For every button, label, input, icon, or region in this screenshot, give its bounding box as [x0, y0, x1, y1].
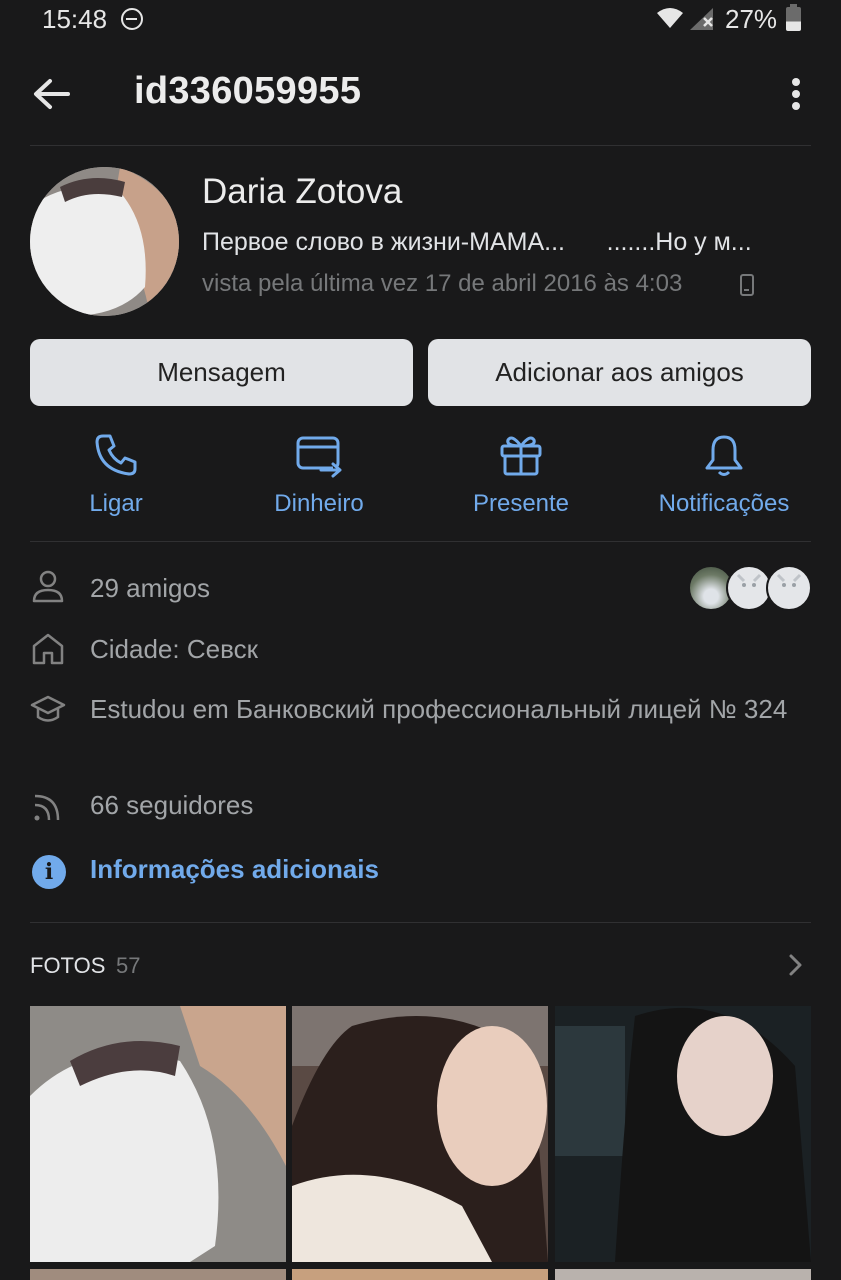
status-bar: 15:48 27%	[0, 0, 841, 40]
page-title: id336059955	[134, 70, 362, 112]
followers-count[interactable]: 66 seguidores	[90, 787, 253, 823]
status-time: 15:48	[42, 4, 108, 34]
action-label: Dinheiro	[274, 490, 364, 517]
photo-thumbnail[interactable]	[555, 1006, 811, 1262]
back-button[interactable]	[30, 74, 74, 114]
photos-section-title[interactable]: FOTOS	[30, 953, 105, 979]
action-label: Notificações	[658, 490, 790, 517]
avatar[interactable]	[30, 167, 179, 316]
profile-name: Daria Zotova	[202, 172, 403, 211]
chevron-right-icon[interactable]	[786, 952, 806, 978]
gift-icon	[500, 436, 542, 476]
home-icon	[32, 633, 64, 665]
friends-avatars[interactable]	[688, 565, 812, 611]
mobile-phone-icon	[740, 274, 754, 296]
signal-icon	[690, 8, 713, 30]
bell-icon	[705, 435, 743, 476]
action-label: Ligar	[89, 490, 143, 517]
divider	[30, 541, 811, 542]
photo-thumbnail[interactable]	[30, 1006, 286, 1262]
message-button[interactable]: Mensagem	[30, 339, 413, 406]
more-options-button[interactable]	[780, 74, 812, 114]
kebab-menu-icon	[792, 78, 800, 86]
arrow-left-icon	[34, 79, 70, 109]
photos-count: 57	[116, 953, 141, 978]
money-action[interactable]: Dinheiro	[229, 428, 409, 528]
photo-thumbnail[interactable]	[555, 1269, 811, 1280]
battery-icon	[786, 4, 801, 31]
photo-image	[292, 1006, 548, 1262]
friend-avatar	[766, 565, 812, 611]
user-icon	[32, 570, 64, 603]
divider	[30, 145, 811, 146]
avatar-photo	[30, 167, 179, 316]
phone-call-icon	[95, 434, 137, 476]
battery-percent: 27%	[725, 4, 778, 34]
education: Estudou em Банковский профессиональный л…	[90, 694, 788, 724]
photo-image	[555, 1006, 811, 1262]
photo-thumbnail[interactable]	[292, 1269, 548, 1280]
notifications-action[interactable]: Notificações	[634, 428, 814, 528]
money-transfer-icon	[296, 436, 342, 478]
divider	[30, 922, 811, 923]
profile-status[interactable]: Первое слово в жизни-МАМА... .......Но у…	[202, 228, 812, 257]
last-seen: vista pela última vez 17 de abril 2016 à…	[202, 270, 683, 297]
photo-image	[30, 1006, 286, 1262]
photo-thumbnail[interactable]	[30, 1269, 286, 1280]
info-icon: i	[32, 855, 66, 889]
top-app-bar: id336059955	[0, 50, 841, 138]
wifi-icon	[657, 8, 683, 28]
followers-icon	[34, 794, 60, 821]
action-label: Presente	[472, 490, 570, 517]
more-info-link[interactable]: Informações adicionais	[90, 854, 379, 885]
add-friend-button[interactable]: Adicionar aos amigos	[428, 339, 811, 406]
do-not-disturb-icon	[121, 8, 143, 30]
friends-count[interactable]: 29 amigos	[90, 570, 210, 606]
photo-thumbnail[interactable]	[292, 1006, 548, 1262]
gift-action[interactable]: Presente	[431, 428, 611, 528]
city: Cidade: Севск	[90, 634, 258, 664]
call-action[interactable]: Ligar	[26, 428, 206, 528]
education-icon	[30, 695, 66, 722]
